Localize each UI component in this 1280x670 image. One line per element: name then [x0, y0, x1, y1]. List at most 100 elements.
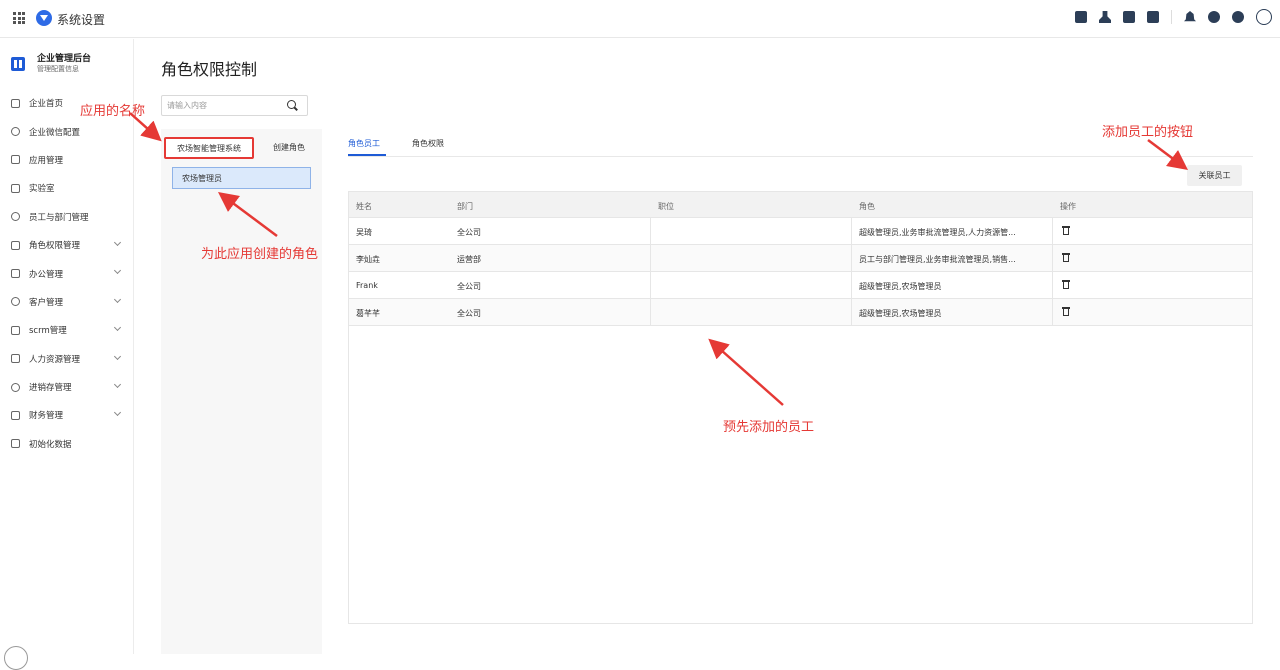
- tab-role-employees[interactable]: 角色员工: [348, 138, 380, 149]
- cell-name: 葛芊芊: [356, 309, 380, 318]
- bell-icon[interactable]: [1184, 11, 1196, 22]
- column-header-name: 姓名: [356, 202, 372, 211]
- org-name: 企业管理后台: [37, 54, 92, 64]
- annotation-created-role: 为此应用创建的角色: [201, 247, 319, 262]
- link-employee-button[interactable]: 关联员工: [1187, 165, 1242, 186]
- cell-role: 超级管理员,业务审批流管理员,人力资源管...: [859, 228, 1016, 237]
- sidebar-item[interactable]: 实验室: [0, 174, 134, 202]
- cell-name: Frank: [356, 281, 378, 290]
- column-divider: [851, 218, 852, 245]
- annotation-preadded-employees: 预先添加的员工: [723, 420, 815, 435]
- search-icon[interactable]: [287, 100, 296, 109]
- sidebar-item-label: 企业微信配置: [29, 127, 81, 138]
- chevron-down-icon: [113, 295, 122, 303]
- sidebar-item-label: scrm管理: [29, 326, 67, 337]
- role-item[interactable]: 农场管理员: [172, 167, 311, 189]
- sidebar-item[interactable]: 办公管理: [0, 259, 134, 287]
- customer-icon: [11, 297, 20, 307]
- sidebar-item[interactable]: 员工与部门管理: [0, 203, 134, 231]
- calendar-icon[interactable]: [1075, 11, 1087, 23]
- column-header-position: 职位: [658, 202, 674, 211]
- role-icon: [11, 240, 20, 250]
- active-tab-indicator: [348, 154, 386, 156]
- delete-icon[interactable]: [1062, 307, 1070, 316]
- sidebar-item[interactable]: 人力资源管理: [0, 345, 134, 373]
- table-row[interactable]: 吴琦 全公司 超级管理员,业务审批流管理员,人力资源管...: [349, 218, 1252, 245]
- toolbar-divider: [1171, 10, 1172, 24]
- sidebar-item[interactable]: 应用管理: [0, 146, 134, 174]
- user-avatar-icon[interactable]: [4, 646, 28, 670]
- sidebar-item-label: 财务管理: [29, 411, 64, 422]
- sidebar-item-label: 初始化数据: [29, 439, 72, 450]
- search-input[interactable]: [162, 96, 282, 115]
- sidebar-item-label: 员工与部门管理: [29, 212, 89, 223]
- cell-role: 员工与部门管理员,业务审批流管理员,销售...: [859, 255, 1016, 264]
- top-bar: 系统设置: [0, 0, 1280, 38]
- create-role-button[interactable]: 创建角色: [273, 142, 305, 153]
- org-subtitle: 管理配置信息: [37, 65, 79, 73]
- chevron-down-icon: [113, 267, 122, 275]
- chevron-down-icon: [113, 324, 122, 332]
- office-icon: [11, 269, 20, 279]
- column-divider: [650, 218, 651, 245]
- tab-role-permissions[interactable]: 角色权限: [412, 138, 444, 149]
- chat-icon: [11, 127, 20, 137]
- table-header: 姓名 部门 职位 角色 操作: [349, 192, 1252, 218]
- cell-dept: 全公司: [457, 228, 481, 237]
- cell-dept: 运营部: [457, 255, 481, 264]
- lab-icon: [11, 183, 20, 193]
- sidebar-item[interactable]: 客户管理: [0, 288, 134, 316]
- sidebar: 企业管理后台 管理配置信息 企业首页企业微信配置 应用管理实验室员工与部门管理 角色…: [0, 39, 134, 654]
- sidebar-item[interactable]: 进销存管理: [0, 373, 134, 401]
- employee-table: 姓名 部门 职位 角色 操作 吴琦 全公司 超级管理员,业务审批流管理员,人力资源管…: [348, 191, 1253, 624]
- app-name-tab[interactable]: 农场智能管理系统: [164, 137, 254, 159]
- top-toolbar: [1075, 9, 1272, 25]
- sidebar-item[interactable]: 角色权限管理: [0, 231, 134, 259]
- sidebar-item[interactable]: scrm管理: [0, 316, 134, 344]
- sidebar-item-label: 办公管理: [29, 269, 64, 280]
- column-divider: [650, 299, 651, 326]
- inventory-icon: [11, 382, 20, 392]
- column-divider: [851, 245, 852, 272]
- table-row[interactable]: Frank 全公司 超级管理员,农场管理员: [349, 272, 1252, 299]
- column-divider: [851, 299, 852, 326]
- app-logo-icon: [36, 10, 52, 26]
- chevron-down-icon: [113, 409, 122, 417]
- phone-icon[interactable]: [1147, 11, 1159, 23]
- cell-role: 超级管理员,农场管理员: [859, 309, 942, 318]
- help-icon[interactable]: [1208, 11, 1220, 23]
- delete-icon[interactable]: [1062, 253, 1070, 262]
- role-panel: 农场智能管理系统 创建角色 农场管理员: [161, 129, 322, 654]
- sidebar-item[interactable]: 初始化数据: [0, 430, 134, 458]
- delete-icon[interactable]: [1062, 280, 1070, 289]
- column-divider: [1052, 272, 1053, 299]
- page-title: 角色权限控制: [161, 60, 258, 79]
- column-divider: [650, 245, 651, 272]
- column-divider: [1052, 299, 1053, 326]
- sidebar-item-label: 角色权限管理: [29, 241, 81, 252]
- column-divider: [1052, 245, 1053, 272]
- delete-icon[interactable]: [1062, 226, 1070, 235]
- org-logo-icon: [11, 57, 25, 71]
- table-row[interactable]: 李灿垚 运营部 员工与部门管理员,业务审批流管理员,销售...: [349, 245, 1252, 272]
- grid-menu-icon[interactable]: [13, 12, 25, 24]
- annotation-add-employee-button: 添加员工的按钮: [1102, 125, 1194, 140]
- cell-name: 吴琦: [356, 228, 372, 237]
- settings-icon[interactable]: [1232, 11, 1244, 23]
- chevron-down-icon: [113, 380, 122, 388]
- cell-name: 李灿垚: [356, 255, 380, 264]
- document-icon[interactable]: [1123, 11, 1135, 23]
- sidebar-item-label: 企业首页: [29, 99, 64, 110]
- sidebar-item[interactable]: 企业微信配置: [0, 117, 134, 145]
- search-box: [161, 95, 308, 116]
- sidebar-item-label: 进销存管理: [29, 383, 72, 394]
- scrm-icon: [11, 325, 20, 335]
- column-header-role: 角色: [859, 202, 875, 211]
- user-icon[interactable]: [1099, 11, 1111, 23]
- table-row[interactable]: 葛芊芊 全公司 超级管理员,农场管理员: [349, 299, 1252, 326]
- avatar-icon[interactable]: [1256, 9, 1272, 25]
- sidebar-item[interactable]: 财务管理: [0, 401, 134, 429]
- app-title: 系统设置: [57, 13, 106, 27]
- finance-icon: [11, 410, 20, 420]
- sidebar-item-label: 应用管理: [29, 155, 64, 166]
